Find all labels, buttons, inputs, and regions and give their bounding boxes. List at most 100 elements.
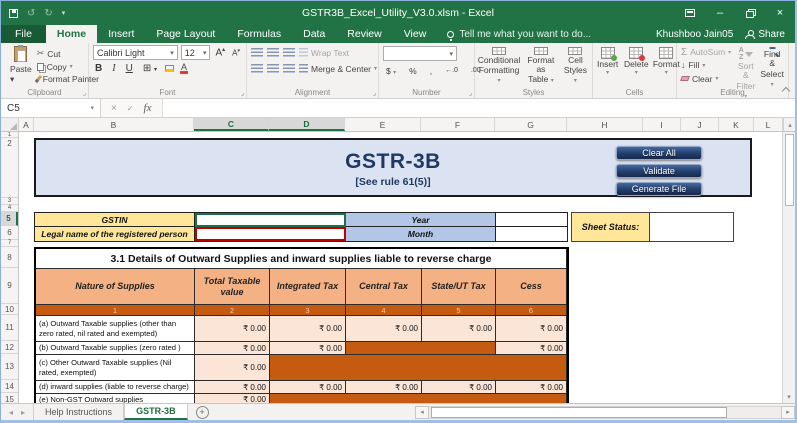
row-header-8[interactable]: 8 [1, 247, 18, 268]
row-d-stateut-cell[interactable]: ₹ 0.00 [422, 381, 496, 394]
row-header-2[interactable]: 2 [1, 138, 18, 198]
align-left-icon[interactable] [251, 64, 263, 73]
row-a-integrated-cell[interactable]: ₹ 0.00 [270, 316, 346, 342]
legal-name-input-cell[interactable] [195, 227, 346, 241]
vertical-scrollbar[interactable]: ▾ [782, 132, 795, 403]
alignment-dialog-launcher[interactable]: ⌟ [373, 89, 376, 97]
col-header-d[interactable]: D [269, 118, 345, 131]
row-header-14[interactable]: 14 [1, 380, 18, 393]
find-select-button[interactable]: Find & Select ▾ [760, 46, 784, 85]
tab-home[interactable]: Home [46, 25, 97, 43]
align-right-icon[interactable] [283, 64, 295, 73]
sheet-tab-gstr3b[interactable]: GSTR-3B [124, 404, 188, 420]
sheet-tab-help-instructions[interactable]: Help Instructions [33, 404, 124, 420]
row-d-integrated-cell[interactable]: ₹ 0.00 [270, 381, 346, 394]
confirm-entry-icon[interactable]: ✓ [127, 104, 134, 113]
hscroll-right-arrow[interactable]: ▸ [781, 406, 795, 419]
col-header-c[interactable]: C [194, 118, 269, 131]
col-header-f[interactable]: F [421, 118, 495, 131]
underline-button[interactable]: U [124, 63, 135, 74]
col-header-b[interactable]: B [34, 118, 194, 131]
col-header-e[interactable]: E [345, 118, 421, 131]
new-sheet-button[interactable]: + [196, 406, 209, 419]
tab-review[interactable]: Review [336, 25, 392, 43]
cancel-entry-icon[interactable]: × [111, 103, 117, 114]
name-box[interactable]: C5 ▾ [1, 99, 101, 117]
undo-icon[interactable]: ↺ [27, 8, 35, 19]
italic-button[interactable]: I [110, 63, 117, 74]
tab-formulas[interactable]: Formulas [226, 25, 292, 43]
vscroll-down-arrow[interactable]: ▾ [787, 391, 791, 403]
clipboard-dialog-launcher[interactable]: ⌟ [83, 89, 86, 97]
month-input-cell[interactable] [496, 227, 567, 241]
autosum-button[interactable]: ΣAutoSum ▾ [681, 46, 731, 58]
hscroll-thumb[interactable] [431, 407, 727, 418]
year-input-cell[interactable] [496, 213, 567, 227]
paste-button[interactable]: Paste ▾ [5, 46, 37, 85]
tab-insert[interactable]: Insert [97, 25, 145, 43]
format-cells-button[interactable]: Format ▾ [654, 46, 678, 85]
worksheet[interactable]: GSTR-3B [See rule 61(5)] Clear All Valid… [19, 132, 782, 403]
row-a-taxable-cell[interactable]: ₹ 0.00 [195, 316, 270, 342]
restore-button[interactable] [735, 1, 765, 25]
insert-function-icon[interactable]: fx [144, 102, 152, 114]
increase-font-button[interactable]: A▴ [213, 46, 227, 58]
horizontal-scrollbar[interactable]: ◂ ▸ [406, 404, 795, 420]
number-format-select[interactable]: ▾ [383, 46, 457, 61]
ribbon-display-options-button[interactable] [675, 1, 705, 25]
row-a-stateut-cell[interactable]: ₹ 0.00 [422, 316, 496, 342]
gstin-input-cell[interactable] [195, 213, 346, 227]
sort-filter-button[interactable]: AZ Sort & Filter ▾ [736, 46, 755, 85]
merge-center-button[interactable]: Merge & Center ▾ [299, 62, 377, 75]
row-header-9[interactable]: 9 [1, 268, 18, 304]
redo-icon[interactable]: ↻ [44, 8, 52, 19]
borders-button[interactable]: ⊞ ▾ [141, 63, 159, 74]
align-middle-icon[interactable] [267, 48, 279, 57]
tell-me-box[interactable]: Tell me what you want to do... [437, 25, 601, 43]
vscroll-thumb[interactable] [785, 134, 794, 206]
accounting-format-button[interactable]: $ ▾ [383, 66, 399, 76]
increase-decimal-button[interactable]: ←.0 [442, 67, 461, 74]
comma-style-button[interactable]: , [427, 66, 435, 76]
save-icon[interactable] [9, 9, 18, 18]
minimize-button[interactable]: – [705, 1, 735, 25]
sheet-status-value-cell[interactable] [650, 213, 733, 241]
row-d-taxable-cell[interactable]: ₹ 0.00 [195, 381, 270, 394]
row-header-13[interactable]: 13 [1, 354, 18, 380]
decrease-font-button[interactable]: A▾ [230, 48, 242, 58]
row-c-taxable-cell[interactable]: ₹ 0.00 [195, 355, 270, 381]
row-header-12[interactable]: 12 [1, 341, 18, 354]
row-a-central-cell[interactable]: ₹ 0.00 [346, 316, 422, 342]
col-header-h[interactable]: H [567, 118, 643, 131]
cell-styles-button[interactable]: Cell Styles ▾ [563, 46, 588, 85]
sheet-nav-left-icon[interactable]: ◂ [9, 408, 13, 417]
clear-all-button[interactable]: Clear All [616, 146, 702, 160]
col-header-j[interactable]: J [681, 118, 719, 131]
share-button[interactable]: Share [745, 29, 785, 40]
font-name-select[interactable]: Calibri Light▾ [93, 45, 178, 60]
font-size-select[interactable]: 12▾ [181, 45, 211, 60]
close-button[interactable]: × [765, 1, 795, 25]
delete-cells-button[interactable]: Delete ▾ [624, 46, 648, 85]
row-header-7[interactable]: 7 [1, 240, 18, 247]
row-d-cess-cell[interactable]: ₹ 0.00 [496, 381, 567, 394]
row-b-integrated-cell[interactable]: ₹ 0.00 [270, 342, 346, 355]
row-header-10[interactable]: 10 [1, 304, 18, 315]
bold-button[interactable]: B [93, 63, 104, 74]
align-top-icon[interactable] [251, 48, 263, 57]
validate-button[interactable]: Validate [616, 164, 702, 178]
col-header-i[interactable]: I [643, 118, 681, 131]
col-header-l[interactable]: L [754, 118, 783, 131]
select-all-corner[interactable] [1, 118, 19, 131]
col-header-k[interactable]: K [719, 118, 754, 131]
insert-cells-button[interactable]: Insert ▾ [597, 46, 618, 85]
conditional-formatting-button[interactable]: Conditional Formatting ▾ [479, 46, 519, 85]
wrap-text-button[interactable]: Wrap Text [299, 46, 349, 59]
hscroll-left-arrow[interactable]: ◂ [415, 406, 429, 419]
tab-view[interactable]: View [393, 25, 438, 43]
tab-page-layout[interactable]: Page Layout [145, 25, 226, 43]
align-center-icon[interactable] [267, 64, 279, 73]
col-header-g[interactable]: G [495, 118, 567, 131]
row-header-11[interactable]: 11 [1, 315, 18, 341]
hscroll-track[interactable] [429, 406, 781, 419]
